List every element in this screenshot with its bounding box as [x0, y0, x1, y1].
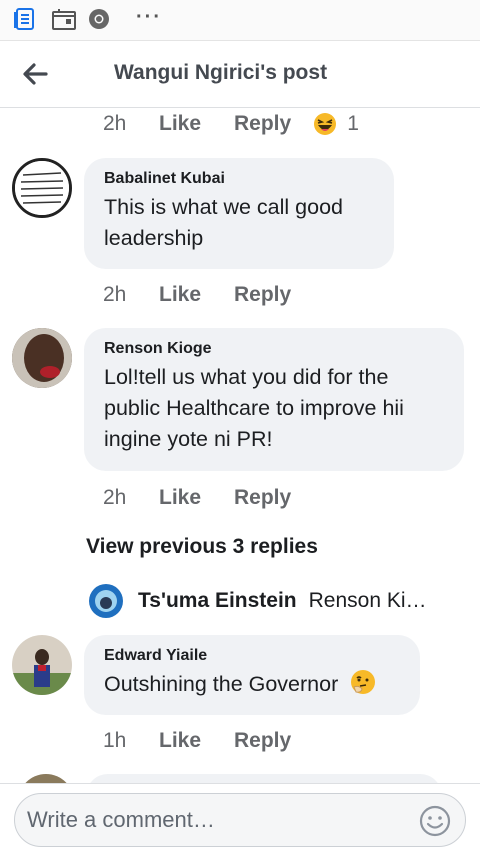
comment-text-content: Outshining the Governor [104, 672, 339, 696]
avatar-image [12, 635, 72, 695]
comments-feed[interactable]: 2h Like Reply 1 Babalinet Kubai This is … [0, 108, 480, 783]
timestamp: 2h [103, 486, 127, 509]
timestamp: 2h [103, 283, 127, 306]
comment-bubble[interactable] [86, 774, 442, 783]
avatar-image [15, 161, 69, 215]
avatar-image [12, 328, 72, 388]
more-dots-icon: ··· [136, 6, 162, 28]
doc-icon [14, 8, 34, 30]
comment-composer: Write a comment… [0, 783, 480, 854]
comment-text: This is what we call good leadership [104, 195, 343, 250]
reply-snippet: Renson Ki… [308, 589, 427, 612]
reaction-count: 1 [347, 112, 359, 135]
timestamp: 2h [103, 112, 127, 135]
status-bar: ··· [0, 0, 480, 40]
like-button[interactable]: Like [159, 112, 234, 136]
reply-author: Ts'uma Einstein [138, 589, 297, 612]
like-button[interactable]: Like [159, 486, 234, 510]
avatar [89, 584, 123, 618]
view-previous-replies-link[interactable]: View previous 3 replies [86, 535, 318, 559]
comment-actions: 1h Like Reply [103, 725, 291, 757]
comment-actions: 2h Like Reply [103, 279, 291, 311]
reply-preview[interactable]: Ts'uma Einstein Renson Ki… [88, 581, 427, 621]
comment-text: Outshining the Governor [104, 669, 400, 700]
avatar[interactable] [12, 328, 72, 388]
reply-button[interactable]: Reply [234, 112, 291, 136]
smiley-icon[interactable] [419, 805, 451, 837]
laughing-emoji-icon[interactable] [313, 112, 337, 136]
chrome-icon [89, 9, 109, 29]
comment-bubble[interactable]: Babalinet Kubai This is what we call goo… [84, 158, 394, 269]
avatar[interactable] [12, 158, 72, 218]
reply-button[interactable]: Reply [234, 283, 291, 307]
app-header: Wangui Ngirici's post [0, 40, 480, 108]
comment-bubble[interactable]: Renson Kioge Lol!tell us what you did fo… [84, 328, 464, 471]
comment-author[interactable]: Babalinet Kubai [104, 170, 374, 188]
calendar-icon [52, 9, 76, 30]
timestamp: 1h [103, 729, 127, 752]
reply-button[interactable]: Reply [234, 729, 291, 753]
reply-button[interactable]: Reply [234, 486, 291, 510]
avatar[interactable] [18, 774, 74, 783]
comment-input[interactable]: Write a comment… [14, 793, 466, 847]
like-button[interactable]: Like [159, 729, 234, 753]
comment-text: Lol!tell us what you did for the public … [104, 365, 404, 451]
page-title: Wangui Ngirici's post [114, 61, 328, 84]
thinking-emoji-icon [351, 670, 376, 694]
avatar[interactable] [12, 635, 72, 695]
comment-author[interactable]: Renson Kioge [104, 340, 444, 358]
like-button[interactable]: Like [159, 283, 234, 307]
comment-input-placeholder: Write a comment… [27, 807, 215, 832]
comment-author[interactable]: Edward Yiaile [104, 647, 400, 665]
comment-actions: 2h Like Reply 1 [103, 108, 359, 140]
comment-bubble[interactable]: Edward Yiaile Outshining the Governor [84, 635, 420, 715]
back-arrow-icon [23, 63, 48, 85]
comment-actions: 2h Like Reply [103, 482, 291, 514]
back-button[interactable] [18, 57, 52, 91]
